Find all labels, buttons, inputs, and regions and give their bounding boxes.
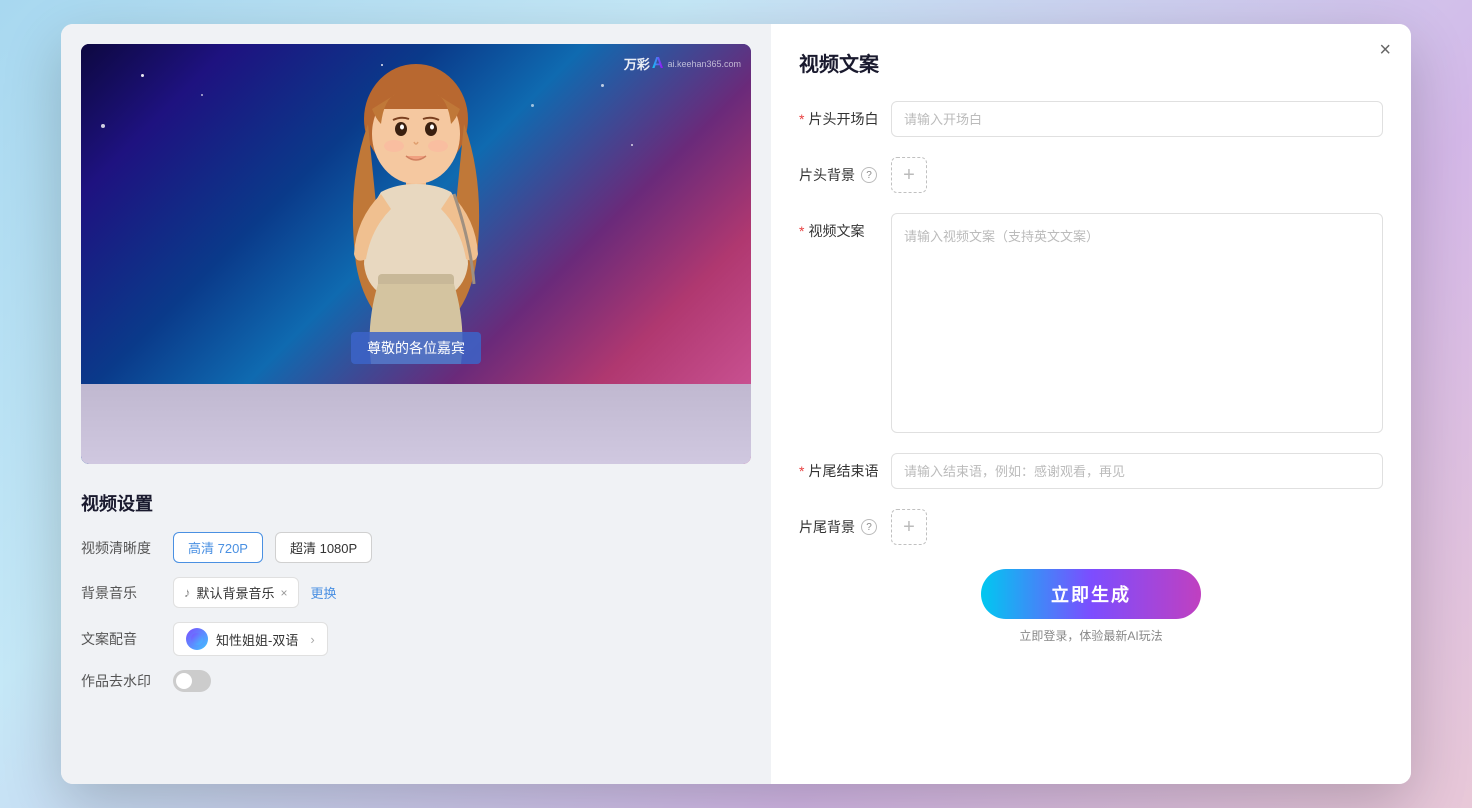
watermark-site: ai.keehan365.com bbox=[667, 59, 741, 69]
voice-label: 文案配音 bbox=[81, 629, 161, 649]
outro-required: * bbox=[799, 463, 804, 479]
footer-bg-help-icon[interactable]: ? bbox=[861, 519, 877, 535]
watermark-ai-icon: A bbox=[652, 55, 664, 73]
star-decoration bbox=[141, 74, 144, 77]
music-note-icon: ♪ bbox=[184, 585, 191, 600]
watermark-row: 作品去水印 bbox=[81, 670, 751, 692]
resolution-720p-button[interactable]: 高清 720P bbox=[173, 532, 263, 563]
header-bg-help-icon[interactable]: ? bbox=[861, 167, 877, 183]
video-settings: 视频设置 视频清晰度 高清 720P 超清 1080P 背景音乐 ♪ 默认背景音… bbox=[81, 480, 751, 716]
intro-row: * 片头开场白 bbox=[799, 101, 1383, 137]
intro-label: * 片头开场白 bbox=[799, 101, 879, 129]
watermark-brand: 万彩 bbox=[624, 54, 650, 73]
left-panel: 万彩 A ai.keehan365.com bbox=[61, 24, 771, 784]
music-change-button[interactable]: 更换 bbox=[311, 583, 337, 602]
modal-container: 万彩 A ai.keehan365.com bbox=[61, 24, 1411, 784]
star-decoration bbox=[631, 144, 633, 146]
voice-row: 文案配音 知性姐姐-双语 › bbox=[81, 622, 751, 656]
watermark-toggle[interactable] bbox=[173, 670, 211, 692]
footer-bg-row: 片尾背景 ? + bbox=[799, 509, 1383, 545]
header-bg-label: 片头背景 ? bbox=[799, 157, 879, 185]
star-decoration bbox=[531, 104, 534, 107]
video-subtitle: 尊敬的各位嘉宾 bbox=[351, 332, 481, 364]
settings-title: 视频设置 bbox=[81, 490, 751, 516]
voice-avatar-icon bbox=[191, 633, 203, 645]
music-label: 背景音乐 bbox=[81, 583, 161, 603]
close-button[interactable]: × bbox=[1379, 40, 1391, 60]
outro-label: * 片尾结束语 bbox=[799, 453, 879, 481]
panel-title: 视频文案 bbox=[799, 48, 1383, 77]
resolution-1080p-button[interactable]: 超清 1080P bbox=[275, 532, 372, 563]
copy-textarea[interactable] bbox=[891, 213, 1383, 433]
intro-required: * bbox=[799, 111, 804, 127]
video-preview: 万彩 A ai.keehan365.com bbox=[81, 44, 751, 464]
voice-avatar bbox=[186, 628, 208, 650]
intro-input[interactable] bbox=[891, 101, 1383, 137]
watermark-label: 作品去水印 bbox=[81, 671, 161, 691]
resolution-label: 视频清晰度 bbox=[81, 538, 161, 558]
generate-section: 立即生成 立即登录，体验最新AI玩法 bbox=[799, 569, 1383, 644]
footer-bg-label: 片尾背景 ? bbox=[799, 509, 879, 537]
star-decoration bbox=[601, 84, 604, 87]
outro-input[interactable] bbox=[891, 453, 1383, 489]
voice-chevron-icon: › bbox=[310, 632, 314, 647]
header-bg-row: 片头背景 ? + bbox=[799, 157, 1383, 193]
copy-required: * bbox=[799, 223, 804, 239]
music-item: ♪ 默认背景音乐 × bbox=[173, 577, 299, 608]
copy-label: * 视频文案 bbox=[799, 213, 879, 241]
right-panel: × 视频文案 * 片头开场白 片头背景 ? + * 视频文案 bbox=[771, 24, 1411, 784]
watermark: 万彩 A ai.keehan365.com bbox=[624, 54, 741, 73]
video-bottom-strip bbox=[81, 384, 751, 464]
music-name: 默认背景音乐 bbox=[197, 583, 275, 602]
generate-note: 立即登录，体验最新AI玩法 bbox=[1019, 627, 1162, 644]
star-decoration bbox=[201, 94, 203, 96]
toggle-thumb bbox=[176, 673, 192, 689]
star-decoration bbox=[101, 124, 105, 128]
voice-selector[interactable]: 知性姐姐-双语 › bbox=[173, 622, 328, 656]
footer-bg-add-button[interactable]: + bbox=[891, 509, 927, 545]
music-row: 背景音乐 ♪ 默认背景音乐 × 更换 bbox=[81, 577, 751, 608]
music-close-icon[interactable]: × bbox=[281, 586, 288, 600]
video-preview-inner: 万彩 A ai.keehan365.com bbox=[81, 44, 751, 384]
voice-name: 知性姐姐-双语 bbox=[216, 630, 298, 649]
resolution-row: 视频清晰度 高清 720P 超清 1080P bbox=[81, 532, 751, 563]
header-bg-add-button[interactable]: + bbox=[891, 157, 927, 193]
generate-button[interactable]: 立即生成 bbox=[981, 569, 1201, 619]
outro-row: * 片尾结束语 bbox=[799, 453, 1383, 489]
copy-row: * 视频文案 bbox=[799, 213, 1383, 433]
